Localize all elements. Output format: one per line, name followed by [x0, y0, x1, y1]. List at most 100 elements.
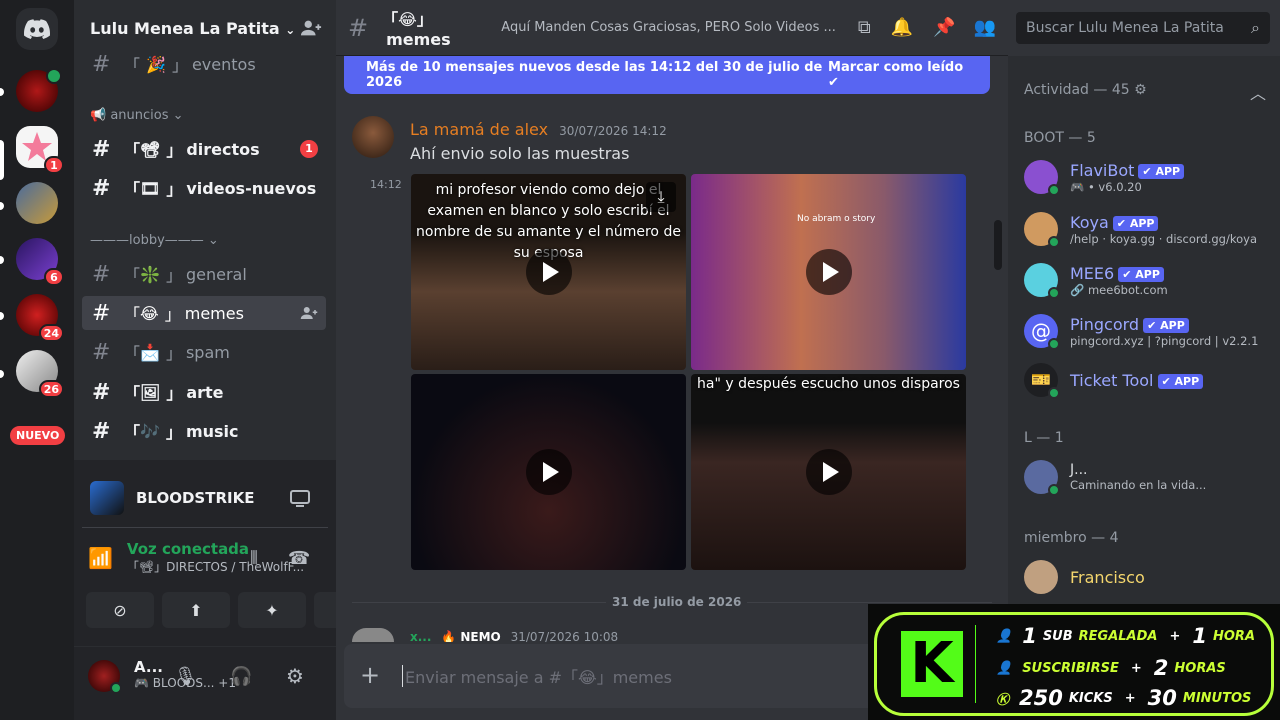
- channel-name: memes: [184, 303, 244, 323]
- server-icon[interactable]: 24: [16, 294, 64, 342]
- new-messages-banner[interactable]: Más de 10 mensajes nuevos desde las 14:1…: [344, 56, 990, 94]
- hash-icon: #: [92, 51, 111, 77]
- headphones-icon[interactable]: 🎧: [230, 666, 252, 687]
- channel-title: 「😂」memes: [382, 10, 451, 49]
- promo-row: 👤 SUSCRIBIRSE +2 HORAS: [996, 656, 1226, 680]
- play-icon[interactable]: [525, 449, 572, 495]
- threads-icon[interactable]: ⧉: [858, 17, 871, 38]
- kick-coin-icon: Ⓚ: [996, 692, 1010, 708]
- video-attachment[interactable]: [411, 374, 686, 570]
- channel-name: music: [185, 421, 239, 441]
- member-koya[interactable]: Koya ✔ APP/help · koya.gg · discord.gg/ko…: [1024, 206, 1274, 252]
- bell-icon[interactable]: 🔔: [891, 17, 913, 38]
- avatar: @: [1024, 314, 1060, 350]
- discord-home-button[interactable]: [16, 8, 58, 50]
- activity-header[interactable]: Actividad — 45 ⚙: [1024, 82, 1147, 98]
- member-pingcord[interactable]: @ Pingcord ✔ APP pingcord.xyz | ?pingcord …: [1024, 308, 1274, 354]
- message-author[interactable]: La mamá de alex: [410, 120, 548, 139]
- noise-suppression-icon[interactable]: ⦀: [250, 548, 258, 569]
- user-icon: 👤: [996, 628, 1013, 644]
- hash-icon: #: [92, 300, 111, 326]
- server-icon[interactable]: [16, 68, 62, 112]
- play-icon[interactable]: [805, 249, 852, 295]
- scrollbar-thumb[interactable]: [994, 220, 1002, 270]
- channel-arte[interactable]: # 「🖼」 arte: [82, 375, 326, 409]
- video-attachment[interactable]: mi profesor viendo como dejo el examen e…: [411, 174, 686, 370]
- avatar: [1024, 160, 1060, 196]
- app-badge: ✔ APP: [1143, 317, 1189, 333]
- channel-eventos[interactable]: # 「🎉」 eventos: [82, 47, 326, 81]
- channel-directos[interactable]: # 「📽」 directos 1: [82, 132, 326, 166]
- channel-general[interactable]: # 「❇️」 general: [82, 257, 326, 291]
- channel-emoji: 🎶: [140, 421, 160, 441]
- channel-emoji: 🎉: [146, 54, 166, 74]
- screen-share-icon[interactable]: [290, 490, 310, 508]
- avatar[interactable]: [88, 660, 122, 694]
- add-attachment-icon[interactable]: +: [360, 663, 384, 688]
- pin-icon[interactable]: 📌: [933, 17, 955, 38]
- member-status: Caminando en la vida...: [1070, 478, 1207, 492]
- member-status: pingcord.xyz | ?pingcord | v2.2.1: [1070, 333, 1259, 348]
- video-attachment[interactable]: No abram o story: [691, 174, 966, 370]
- role-header: L — 1: [1024, 430, 1064, 446]
- screen-share-button[interactable]: ⬆: [162, 592, 230, 628]
- channel-music[interactable]: # 「🎶」 music: [82, 414, 326, 448]
- server-icon[interactable]: 6: [16, 238, 64, 286]
- collapse-icon[interactable]: ︿: [1250, 80, 1266, 104]
- role-header: BOOT — 5: [1024, 130, 1096, 146]
- app-badge: ✔ APP: [1157, 373, 1204, 389]
- channel-spam[interactable]: # 「📩」 spam: [82, 335, 326, 369]
- channel-header: # 「😂」memes Aquí Manden Cosas Graciosas, …: [336, 0, 1008, 56]
- member-name: Koya: [1070, 212, 1109, 232]
- server-icon[interactable]: 26: [16, 350, 64, 398]
- mark-as-read-button[interactable]: Marcar como leído ✔: [828, 60, 968, 90]
- disconnect-icon[interactable]: ☎: [288, 548, 310, 569]
- member-francisco[interactable]: Francisco: [1024, 554, 1274, 600]
- channel-name: general: [185, 264, 247, 284]
- avatar[interactable]: [352, 116, 394, 158]
- selected-pill: [0, 140, 4, 180]
- category-lobby[interactable]: ———lobby——— ⌄: [90, 233, 219, 248]
- member-j[interactable]: J... Caminando en la vida...: [1024, 454, 1274, 500]
- hash-icon: #: [92, 136, 111, 162]
- message-input[interactable]: Enviar mensaje a #「😂」memes: [405, 664, 909, 688]
- app-badge: ✔ APP: [1118, 266, 1164, 282]
- camera-off-button[interactable]: ⊘: [86, 592, 154, 628]
- kick-logo: K: [901, 631, 963, 697]
- hash-icon: #: [92, 261, 111, 287]
- category-label: ———lobby———: [90, 233, 204, 248]
- invite-people-icon[interactable]: [300, 17, 322, 39]
- video-attachment[interactable]: ha" y después escucho unos disparos: [691, 374, 966, 570]
- app-badge: ✔ APP: [1138, 163, 1185, 179]
- channel-videos-nuevos[interactable]: # 「🎞」 videos-nuevos: [82, 171, 326, 205]
- microphone-icon[interactable]: 🎙: [174, 666, 197, 687]
- activity-card[interactable]: BLOODSTRIKE: [82, 468, 328, 528]
- channel-name: spam: [185, 342, 230, 362]
- member-mee6[interactable]: MEE6 ✔ APP 🔗 mee6bot.com: [1024, 257, 1274, 303]
- avatar[interactable]: [352, 628, 394, 642]
- server-icon-current[interactable]: 1: [16, 126, 64, 174]
- mark-read-icon: ✔: [828, 75, 839, 90]
- member-ticket-tool[interactable]: 🎫 Ticket Tool ✔ APP: [1024, 357, 1274, 403]
- settings-gear-icon[interactable]: ⚙: [286, 664, 304, 688]
- channel-topic[interactable]: Aquí Manden Cosas Graciosas, PERO Solo V…: [501, 20, 836, 35]
- voice-channel[interactable]: 「📽」DIRECTOS / TheWolfF...: [127, 558, 304, 575]
- play-icon[interactable]: [805, 449, 852, 495]
- download-icon[interactable]: ⤓: [646, 182, 676, 212]
- new-unreads-pill[interactable]: NUEVO: [10, 426, 66, 445]
- category-anuncios[interactable]: 📢 anuncios ⌄: [90, 108, 184, 123]
- activities-button[interactable]: ✦: [238, 592, 306, 628]
- play-icon[interactable]: [525, 249, 572, 295]
- server-icon[interactable]: [16, 182, 58, 224]
- app-badge: ✔ APP: [1112, 215, 1159, 231]
- add-member-icon[interactable]: [300, 304, 318, 322]
- member-list-icon[interactable]: 👥: [974, 17, 996, 38]
- unread-pill: [0, 256, 4, 264]
- game-icon: [90, 480, 124, 515]
- search-input[interactable]: Buscar Lulu Menea La Patita ⌕: [1016, 12, 1270, 44]
- server-name: Lulu Menea La Patita: [90, 18, 280, 38]
- member-flavibot[interactable]: FlaviBot ✔ APP 🎮 • v6.0.20: [1024, 154, 1274, 200]
- channel-emoji: 😂: [140, 303, 159, 323]
- message-author[interactable]: x...: [410, 630, 431, 642]
- channel-memes[interactable]: # 「😂」 memes: [82, 296, 326, 330]
